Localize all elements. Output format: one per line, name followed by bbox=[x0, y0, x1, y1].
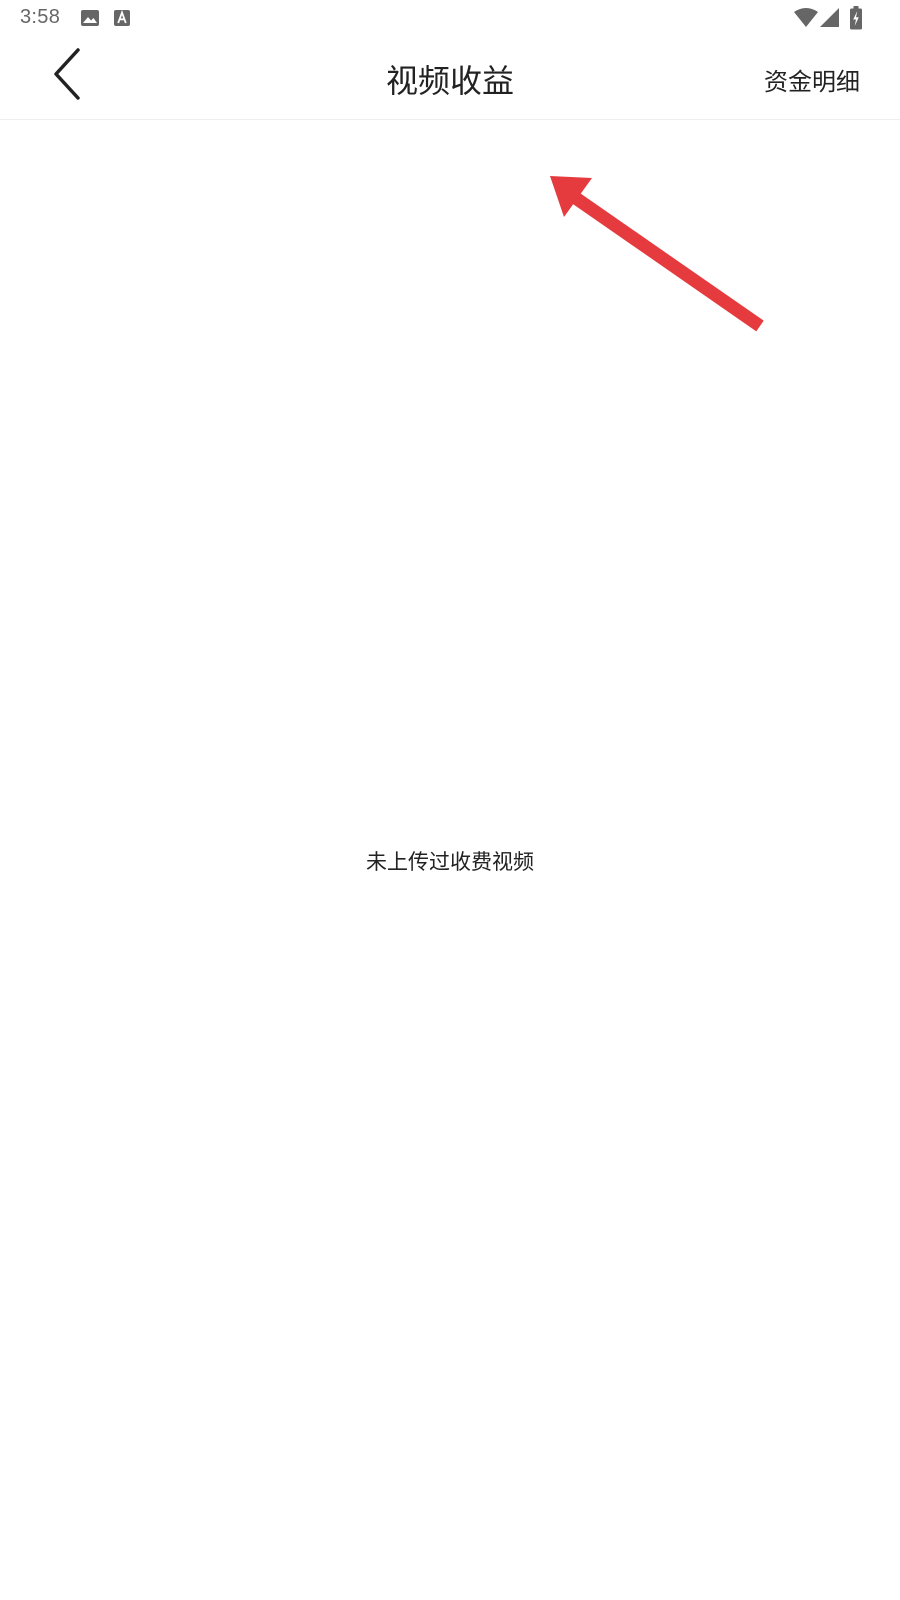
battery-charging-icon bbox=[850, 6, 862, 34]
empty-state-message: 未上传过收费视频 bbox=[366, 850, 534, 874]
status-time: 3:58 bbox=[20, 6, 61, 28]
cellular-signal-icon bbox=[819, 7, 841, 33]
font-a-icon bbox=[112, 8, 132, 32]
annotation-arrow bbox=[550, 176, 764, 332]
chevron-left-icon bbox=[48, 46, 88, 106]
fund-details-button[interactable]: 资金明细 bbox=[764, 62, 860, 97]
image-icon bbox=[80, 8, 100, 32]
wifi-icon bbox=[793, 7, 819, 33]
back-button[interactable] bbox=[36, 44, 100, 108]
screen: 3:58 视频收益 资金明细 未上传过收费视频 bbox=[0, 0, 900, 1600]
status-bar: 3:58 bbox=[0, 0, 900, 36]
app-bar: 视频收益 资金明细 bbox=[0, 36, 900, 120]
